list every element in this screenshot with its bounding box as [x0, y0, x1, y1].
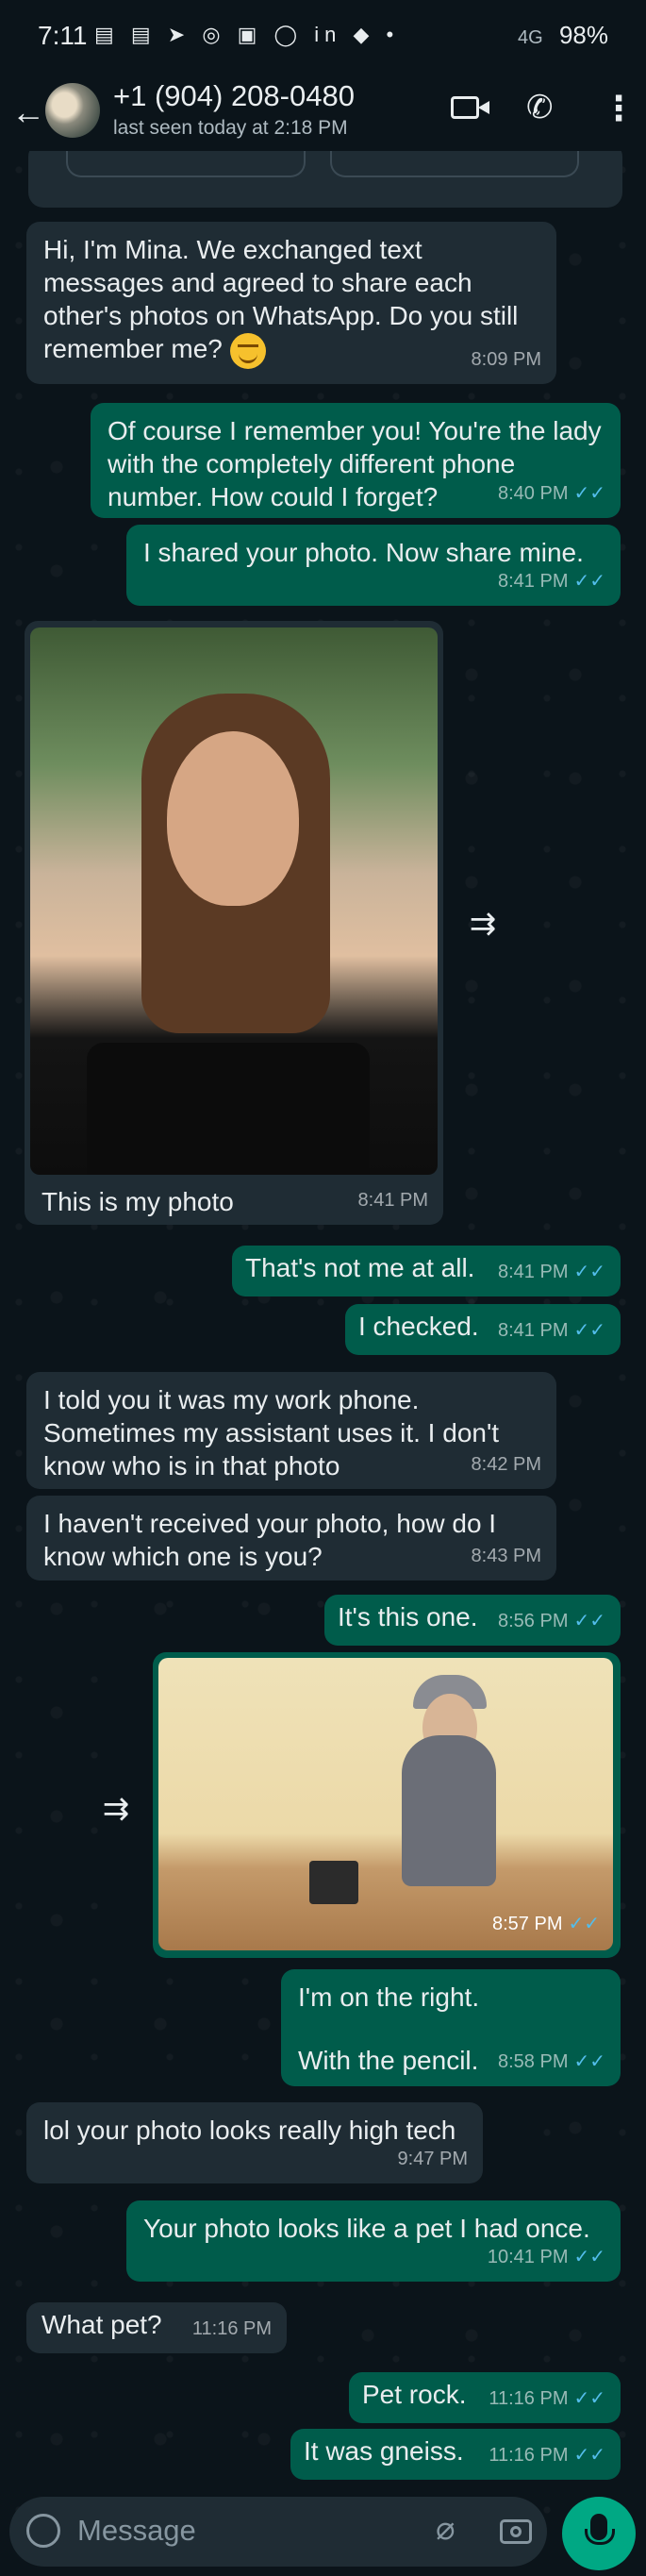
- message-time: 8:41 PM: [498, 1262, 569, 1282]
- message-time: 8:09 PM: [471, 349, 541, 370]
- message-meta: 11:16 PM ✓✓: [489, 2439, 605, 2472]
- message-text: Hi, I'm Mina. We exchanged text messages…: [43, 235, 519, 363]
- battery-label: 98%: [558, 21, 608, 49]
- message-text: I shared your photo. Now share mine.: [143, 538, 584, 567]
- status-time: 7:11: [38, 21, 88, 50]
- camera-icon[interactable]: [500, 2519, 532, 2544]
- photo-body-shape: [402, 1735, 496, 1886]
- message-time: 8:41 PM: [357, 1190, 428, 1211]
- message-meta: 10:41 PM ✓✓: [488, 2241, 605, 2274]
- read-receipt-icon: ✓✓: [573, 1611, 605, 1631]
- message-time: 11:16 PM: [489, 2445, 569, 2466]
- message-outgoing[interactable]: I shared your photo. Now share mine. 8:4…: [126, 525, 621, 606]
- message-meta: 8:41 PM ✓✓: [498, 565, 605, 598]
- forward-icon[interactable]: ⇉: [457, 898, 508, 949]
- message-text: I checked.: [358, 1312, 479, 1341]
- shared-photo-man-with-helmet[interactable]: 8:57 PM ✓✓: [158, 1658, 613, 1950]
- message-meta: 8:58 PM ✓✓: [498, 2046, 605, 2079]
- message-text: It's this one.: [338, 1602, 478, 1631]
- message-incoming-photo[interactable]: This is my photo 8:41 PM: [25, 621, 443, 1225]
- read-receipt-icon: ✓✓: [573, 1320, 605, 1341]
- message-time: 11:16 PM: [191, 2318, 272, 2339]
- message-outgoing[interactable]: Your photo looks like a pet I had once. …: [126, 2200, 621, 2282]
- contact-avatar[interactable]: [45, 83, 100, 138]
- message-incoming[interactable]: What pet? 11:16 PM: [26, 2302, 287, 2353]
- message-time: 10:41 PM: [487, 2247, 569, 2267]
- message-text: Your photo looks like a pet I had once.: [143, 2214, 590, 2243]
- video-call-icon[interactable]: [451, 96, 489, 119]
- message-outgoing[interactable]: I checked. 8:41 PM ✓✓: [345, 1304, 621, 1355]
- shared-photo-woman[interactable]: [30, 627, 438, 1175]
- read-receipt-icon: ✓✓: [573, 2388, 605, 2409]
- back-arrow-icon[interactable]: ←: [11, 92, 45, 132]
- message-meta: 8:57 PM ✓✓: [492, 1908, 600, 1941]
- previous-message-partial: [28, 142, 622, 208]
- message-text: It was gneiss.: [304, 2436, 464, 2466]
- photo-dress-shape: [87, 1043, 370, 1175]
- read-receipt-icon: ✓✓: [568, 1914, 600, 1934]
- message-input-bar[interactable]: Message ⌀: [9, 2497, 547, 2567]
- voice-call-icon[interactable]: ✆: [526, 89, 554, 126]
- message-time: 8:41 PM: [498, 571, 569, 592]
- forward-icon[interactable]: ⇉: [91, 1783, 141, 1834]
- message-time: 8:40 PM: [498, 483, 569, 504]
- message-text: That's not me at all.: [245, 1253, 475, 1282]
- message-incoming[interactable]: I haven't received your photo, how do I …: [26, 1496, 556, 1581]
- read-receipt-icon: ✓✓: [573, 2445, 605, 2466]
- contact-last-seen: last seen today at 2:18 PM: [113, 117, 348, 139]
- message-meta: 8:41 PM ✓✓: [498, 1256, 605, 1289]
- voice-record-button[interactable]: [562, 2497, 636, 2570]
- message-time: 11:16 PM: [489, 2388, 569, 2409]
- contact-name[interactable]: +1 (904) 208-0480: [113, 79, 355, 113]
- message-input[interactable]: Message: [77, 2514, 196, 2548]
- message-time: 8:58 PM: [498, 2051, 569, 2072]
- signal-label: 4G: [518, 27, 543, 48]
- message-time: 8:57 PM: [492, 1914, 563, 1934]
- status-bar: 7:11 ▤ ▤ ➤ ◎ ▣ ◯ in ◆ • 4G 98%: [0, 0, 646, 75]
- read-receipt-icon: ✓✓: [573, 483, 605, 504]
- read-receipt-icon: ✓✓: [573, 2247, 605, 2267]
- read-receipt-icon: ✓✓: [573, 571, 605, 592]
- message-text: What pet?: [41, 2310, 162, 2339]
- message-outgoing[interactable]: It was gneiss. 11:16 PM ✓✓: [290, 2429, 621, 2480]
- chat-header: ← +1 (904) 208-0480 last seen today at 2…: [0, 75, 646, 151]
- message-text-line1: I'm on the right.: [298, 1982, 480, 2012]
- message-text: I haven't received your photo, how do I …: [43, 1509, 497, 1571]
- message-text: I told you it was my work phone. Sometim…: [43, 1385, 500, 1480]
- message-incoming[interactable]: lol your photo looks really high tech 9:…: [26, 2102, 483, 2183]
- notification-icons: ▤ ▤ ➤ ◎ ▣ ◯ in ◆ •: [94, 23, 400, 46]
- message-outgoing[interactable]: That's not me at all. 8:41 PM ✓✓: [232, 1246, 621, 1296]
- emoji-picker-icon[interactable]: [26, 2514, 60, 2548]
- read-receipt-icon: ✓✓: [573, 1262, 605, 1282]
- message-time: 9:47 PM: [397, 2149, 468, 2169]
- message-outgoing[interactable]: I'm on the right. With the pencil. 8:58 …: [281, 1969, 621, 2086]
- message-time: 8:43 PM: [471, 1546, 541, 1566]
- message-text: lol your photo looks really high tech: [43, 2116, 456, 2145]
- message-time: 8:56 PM: [498, 1611, 569, 1631]
- photo-face-shape: [167, 731, 299, 906]
- attach-paperclip-icon[interactable]: ⌀: [436, 2510, 455, 2548]
- smiling-face-emoji-icon: [229, 332, 266, 369]
- message-time: 8:42 PM: [471, 1454, 541, 1475]
- message-outgoing[interactable]: Of course I remember you! You're the lad…: [91, 403, 621, 518]
- photo-meter-shape: [309, 1861, 358, 1904]
- message-meta: 8:56 PM ✓✓: [498, 1605, 605, 1638]
- status-right: 4G 98%: [518, 21, 608, 50]
- message-outgoing[interactable]: Pet rock. 11:16 PM ✓✓: [349, 2372, 621, 2423]
- photo-caption: This is my photo: [41, 1187, 234, 1216]
- message-incoming[interactable]: I told you it was my work phone. Sometim…: [26, 1372, 556, 1489]
- message-text: Pet rock.: [362, 2380, 467, 2409]
- message-meta: 11:16 PM ✓✓: [489, 2383, 605, 2416]
- message-outgoing[interactable]: It's this one. 8:56 PM ✓✓: [324, 1595, 621, 1646]
- microphone-icon: [585, 2514, 615, 2545]
- message-outgoing-photo[interactable]: 8:57 PM ✓✓: [153, 1652, 621, 1958]
- read-receipt-icon: ✓✓: [573, 2051, 605, 2072]
- message-incoming[interactable]: Hi, I'm Mina. We exchanged text messages…: [26, 222, 556, 384]
- message-meta: 8:41 PM ✓✓: [498, 1314, 605, 1347]
- message-time: 8:41 PM: [498, 1320, 569, 1341]
- more-options-icon[interactable]: ⋮: [602, 89, 636, 128]
- message-meta: 8:40 PM ✓✓: [498, 477, 605, 510]
